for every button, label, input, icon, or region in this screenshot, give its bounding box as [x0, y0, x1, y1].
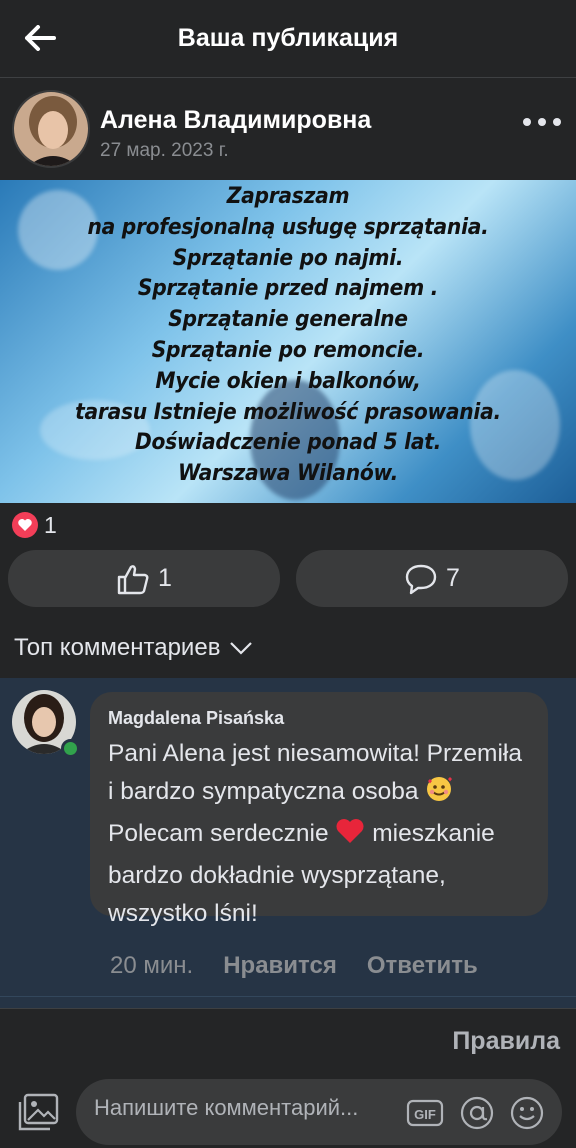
- post-image-text: Zapraszam na profesjonalną usługę sprząt…: [75, 184, 501, 487]
- at-sign-icon: [460, 1096, 494, 1130]
- more-dots-icon: [523, 118, 532, 126]
- comment-meta: 20 мин. Нравится Ответить: [110, 952, 478, 980]
- comment-time: 20 мин.: [110, 952, 194, 979]
- like-count: 1: [158, 564, 172, 592]
- photo-icon: [18, 1093, 59, 1131]
- rules-link[interactable]: Правила: [452, 1027, 560, 1056]
- comment-author[interactable]: Magdalena Pisańska: [108, 708, 530, 729]
- comment-like-button[interactable]: Нравится: [223, 952, 337, 980]
- reactions-summary[interactable]: 1: [12, 511, 57, 539]
- post-header: Алена Владимировна 27 мар. 2023 г.: [0, 78, 576, 180]
- comment-input[interactable]: Напишите комментарий... GIF: [76, 1079, 562, 1145]
- comment-bubble-icon: [405, 564, 437, 594]
- comment-composer-bar: Правила Напишите комментарий... GIF: [0, 1008, 576, 1148]
- comments-sort-selector[interactable]: Топ комментариев: [14, 634, 254, 662]
- comment-count: 7: [446, 564, 460, 592]
- thumbs-up-icon: [117, 564, 149, 594]
- mention-button[interactable]: [458, 1095, 496, 1131]
- page-title: Ваша публикация: [177, 24, 399, 52]
- add-photo-button[interactable]: [14, 1089, 62, 1137]
- chevron-down-icon: [230, 642, 253, 655]
- heart-reaction-icon: [12, 512, 38, 538]
- online-status-indicator: [61, 739, 80, 758]
- gif-icon: GIF: [406, 1099, 444, 1127]
- top-bar: Ваша публикация: [0, 0, 576, 78]
- post-date: 27 мар. 2023 г.: [100, 140, 229, 161]
- post-image[interactable]: Zapraszam na profesjonalną usługę sprząt…: [0, 180, 576, 503]
- smiling-face-with-hearts-icon: [425, 775, 453, 815]
- comments-sort-label: Топ комментариев: [14, 634, 221, 661]
- gif-button[interactable]: GIF: [406, 1095, 444, 1131]
- post-author-name[interactable]: Алена Владимировна: [100, 106, 371, 135]
- comment-text: Pani Alena jest niesamowita! Przemiła i …: [108, 740, 522, 927]
- comment-item: Magdalena Pisańska Pani Alena jest niesa…: [0, 678, 576, 996]
- comment-button[interactable]: 7: [296, 550, 568, 607]
- svg-text:GIF: GIF: [414, 1107, 436, 1122]
- like-button[interactable]: 1: [8, 550, 280, 607]
- emoji-button[interactable]: [508, 1095, 546, 1131]
- red-heart-icon: [335, 817, 365, 857]
- smiley-icon: [510, 1096, 544, 1130]
- author-avatar[interactable]: [12, 90, 90, 168]
- comment-bubble[interactable]: Magdalena Pisańska Pani Alena jest niesa…: [90, 692, 548, 927]
- more-options-button[interactable]: [520, 110, 564, 134]
- reaction-count: 1: [44, 511, 57, 538]
- comment-input-placeholder: Напишите комментарий...: [94, 1095, 359, 1120]
- comment-reply-button[interactable]: Ответить: [367, 952, 478, 980]
